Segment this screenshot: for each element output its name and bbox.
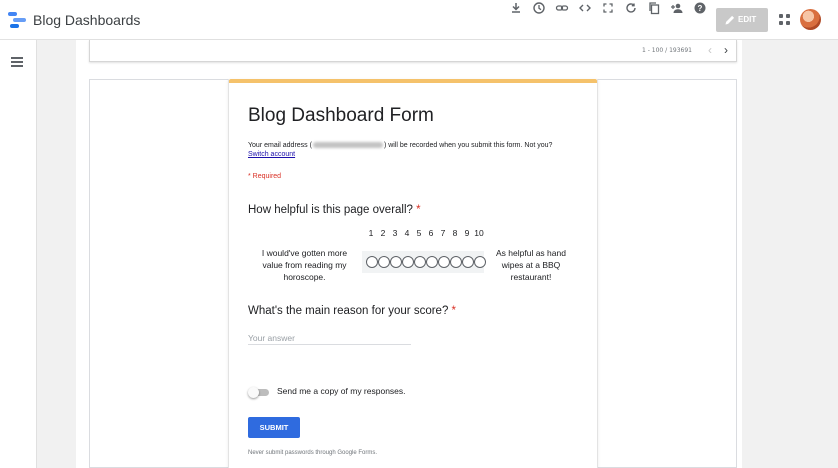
question-helpfulness-label: How helpful is this page overall?: [248, 204, 413, 216]
fullscreen-icon[interactable]: [600, 0, 616, 16]
email-notice: Your email address ( ) will be recorded w…: [248, 142, 552, 149]
scale-number: 6: [428, 228, 434, 238]
scale-number: 10: [474, 228, 484, 238]
required-note: * Required: [248, 173, 282, 180]
email-notice-suffix: ) will be recorded when you submit this …: [383, 142, 553, 149]
avatar[interactable]: [800, 9, 821, 30]
prev-page-icon[interactable]: ‹: [708, 44, 712, 56]
scale-number: 2: [380, 228, 386, 238]
copy-icon[interactable]: [646, 0, 662, 16]
email-notice-prefix: Your email address (: [248, 142, 312, 149]
form-title: Blog Dashboard Form: [248, 105, 434, 126]
redacted-email: [312, 142, 383, 149]
rating-radio-1[interactable]: [366, 256, 378, 268]
scale-high-label: As helpful as hand wipes at a BBQ restau…: [496, 248, 566, 282]
help-icon[interactable]: ?: [692, 0, 708, 16]
scale-number: 7: [440, 228, 446, 238]
apps-grid-icon[interactable]: [779, 14, 790, 25]
app-bar: Blog Dashboards ? EDIT: [0, 0, 838, 40]
form-accent-bar: [229, 79, 597, 83]
next-page-icon[interactable]: ›: [724, 44, 728, 56]
scale-number: 8: [452, 228, 458, 238]
reason-answer-input[interactable]: [248, 331, 411, 345]
scale-number: 9: [464, 228, 470, 238]
rating-radio-group: [362, 251, 486, 273]
rating-radio-6[interactable]: [426, 256, 438, 268]
edit-button-label: EDIT: [738, 15, 757, 24]
pencil-icon: [725, 15, 735, 25]
google-form: Blog Dashboard Form Your email address (…: [228, 79, 598, 468]
history-icon[interactable]: [531, 0, 547, 16]
rating-radio-7[interactable]: [438, 256, 450, 268]
switch-account-link[interactable]: Switch account: [248, 151, 295, 158]
svg-text:?: ?: [698, 4, 703, 13]
required-star: *: [451, 305, 457, 317]
question-reason-label: What's the main reason for your score?: [248, 305, 449, 317]
send-copy-label: Send me a copy of my responses.: [277, 386, 406, 396]
rating-radio-2[interactable]: [378, 256, 390, 268]
share-user-icon[interactable]: [669, 0, 685, 16]
table-widget-footer: 1 - 100 / 193691 ‹ ›: [89, 40, 737, 62]
toggle-thumb: [248, 387, 259, 398]
scale-number: 4: [404, 228, 410, 238]
rating-radio-9[interactable]: [462, 256, 474, 268]
left-rail: [0, 40, 37, 468]
edit-button[interactable]: EDIT: [716, 8, 768, 32]
submit-button[interactable]: SUBMIT: [248, 417, 300, 438]
scale-number: 3: [392, 228, 398, 238]
required-star: *: [416, 204, 421, 216]
rating-radio-3[interactable]: [390, 256, 402, 268]
data-studio-logo-icon: [8, 11, 26, 29]
embed-code-icon[interactable]: [577, 0, 593, 16]
refresh-icon[interactable]: [623, 0, 639, 16]
right-gutter: [742, 40, 838, 468]
rating-radio-5[interactable]: [414, 256, 426, 268]
question-reason-title: What's the main reason for your score? *: [248, 305, 456, 317]
password-warning: Never submit passwords through Google Fo…: [248, 450, 378, 456]
question-helpfulness-title: How helpful is this page overall? *: [248, 204, 421, 216]
pager-range: 1 - 100 / 193691: [642, 47, 692, 54]
report-title[interactable]: Blog Dashboards: [33, 12, 140, 28]
rating-radio-4[interactable]: [402, 256, 414, 268]
scale-number: 1: [368, 228, 374, 238]
rating-radio-8[interactable]: [450, 256, 462, 268]
link-icon[interactable]: [554, 0, 570, 16]
download-icon[interactable]: [508, 0, 524, 16]
send-copy-toggle[interactable]: [248, 386, 270, 398]
scale-low-label: I would've gotten more value from readin…: [261, 248, 348, 282]
rating-radio-10[interactable]: [474, 256, 486, 268]
scale-number: 5: [416, 228, 422, 238]
menu-icon[interactable]: [11, 57, 23, 67]
